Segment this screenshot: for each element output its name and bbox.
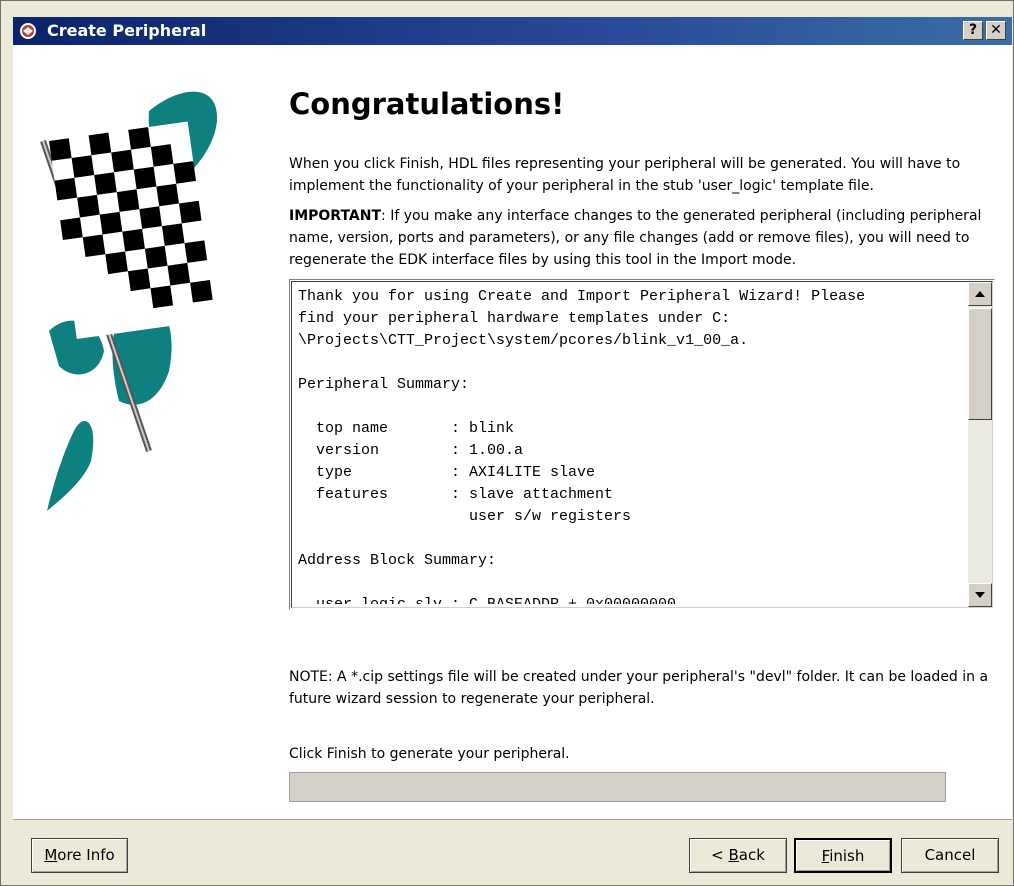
xilinx-app-icon (19, 22, 37, 40)
important-text: : If you make any interface changes to t… (289, 208, 982, 268)
important-label: IMPORTANT (289, 208, 382, 224)
vertical-scrollbar[interactable] (968, 282, 992, 607)
cancel-button[interactable]: Cancel (901, 838, 999, 873)
back-label: ack (738, 846, 765, 864)
progress-bar (289, 772, 946, 802)
more-info-mnemonic: M (44, 846, 58, 864)
help-button[interactable]: ? (963, 21, 983, 40)
close-icon: ✕ (990, 22, 1002, 38)
finish-label: inish (829, 847, 865, 865)
summary-text: Thank you for using Create and Import Pe… (298, 288, 866, 604)
create-peripheral-window: Create Peripheral ? ✕ Congratulations! W… (0, 0, 1014, 886)
click-finish-text: Click Finish to generate your peripheral… (289, 746, 570, 762)
checkered-flag-icon (40, 91, 218, 511)
intro-text: When you click Finish, HDL files represe… (289, 156, 961, 194)
scroll-up-button[interactable] (968, 282, 992, 306)
arrow-down-icon (975, 592, 985, 598)
window-title: Create Peripheral (47, 21, 207, 40)
scroll-down-button[interactable] (968, 583, 992, 607)
finish-button[interactable]: Finish (794, 838, 892, 873)
more-info-button[interactable]: More Info (31, 838, 128, 873)
more-info-label: ore Info (57, 846, 115, 864)
summary-textbox-frame: Thank you for using Create and Import Pe… (291, 281, 993, 608)
back-button[interactable]: < Back (689, 838, 787, 873)
page-title: Congratulations! (289, 87, 565, 121)
arrow-up-icon (975, 291, 985, 297)
important-notice: IMPORTANT: If you make any interface cha… (289, 205, 1001, 271)
scroll-thumb[interactable] (968, 308, 992, 420)
note-text: NOTE: A *.cip settings file will be crea… (289, 669, 989, 707)
close-button[interactable]: ✕ (986, 21, 1006, 40)
back-mnemonic: B (728, 846, 739, 864)
back-prefix: < (711, 846, 729, 864)
summary-textbox[interactable]: Thank you for using Create and Import Pe… (289, 279, 995, 610)
title-bar[interactable]: Create Peripheral ? ✕ (13, 17, 1012, 45)
